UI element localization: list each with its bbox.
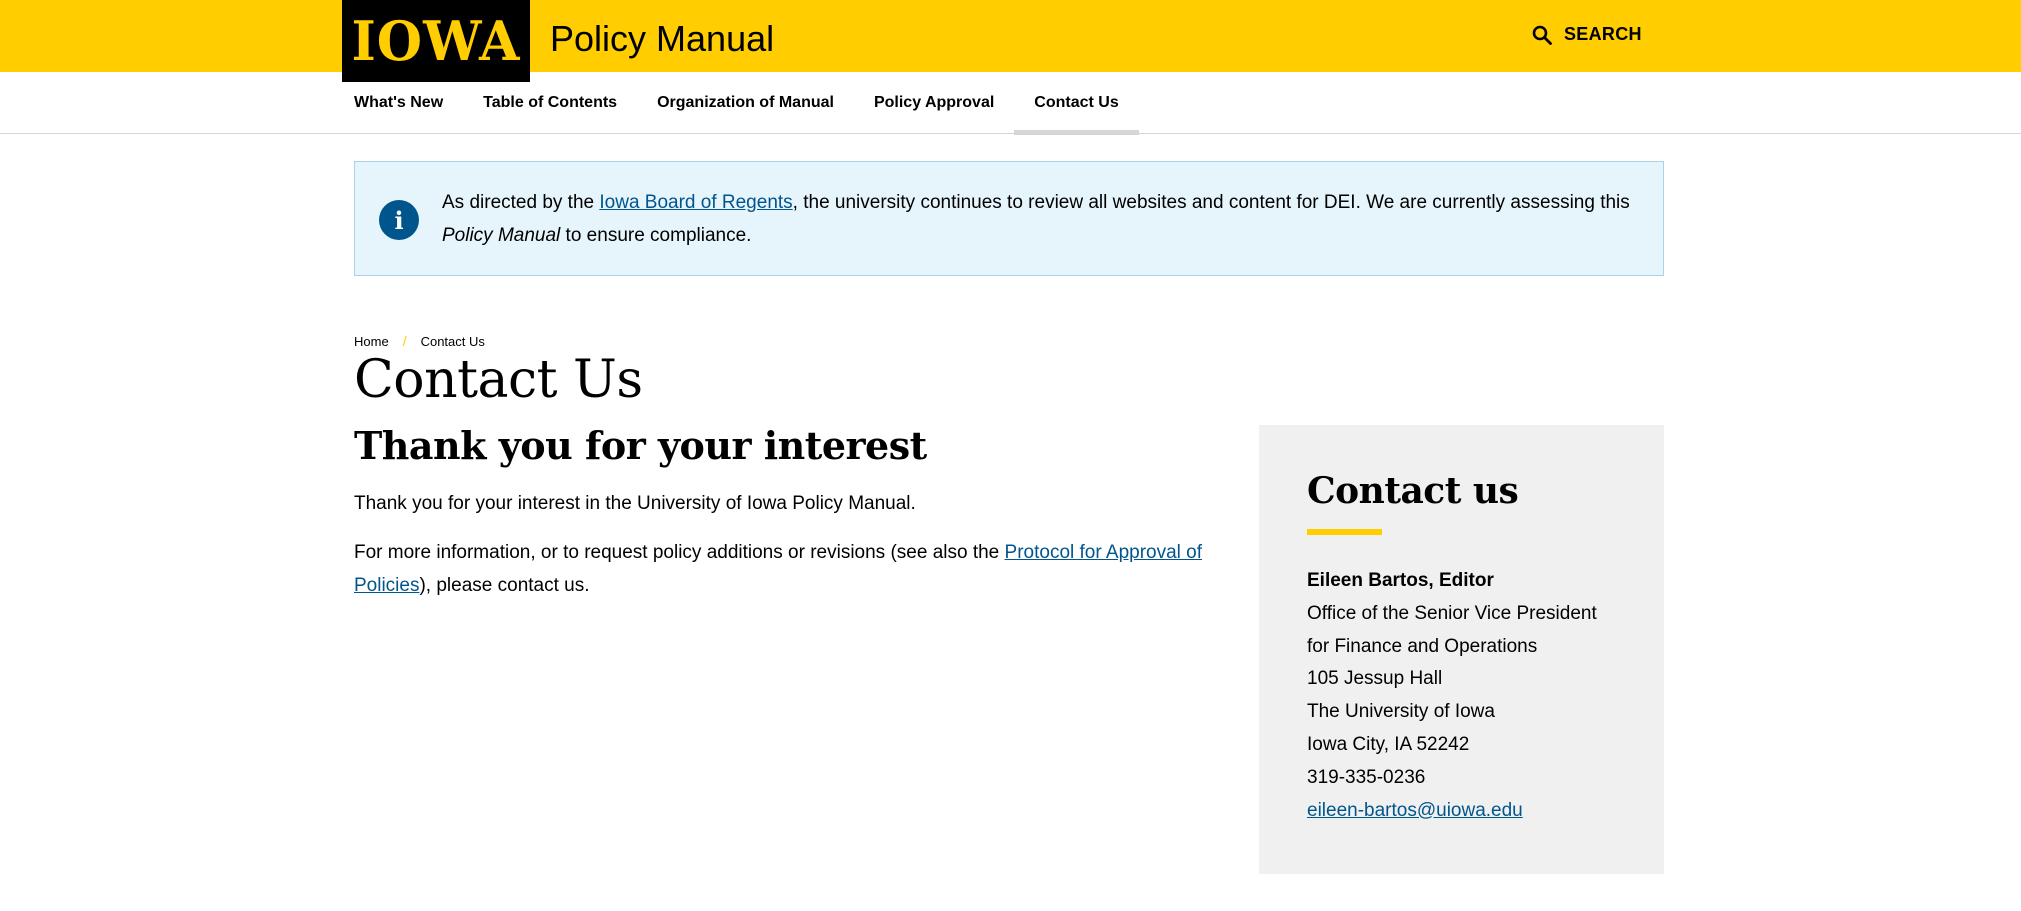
nav-item-contact-us[interactable]: Contact Us	[1014, 72, 1140, 135]
breadcrumb-home[interactable]: Home	[354, 334, 389, 349]
breadcrumb-separator: /	[402, 333, 407, 349]
nav-item-table-of-contents[interactable]: Table of Contents	[463, 72, 637, 134]
logo-text: IOWA	[351, 8, 521, 74]
address-line-2: The University of Iowa	[1307, 701, 1495, 723]
office-line-2: for Finance and Operations	[1307, 635, 1538, 657]
contact-sidebar: Contact us Eileen Bartos, Editor Office …	[1259, 425, 1664, 874]
site-header: IOWA Policy Manual SEARCH	[0, 0, 2021, 82]
info-icon: i	[379, 200, 419, 240]
breadcrumb: Home / Contact Us	[354, 333, 485, 349]
phone-number: 319-335-0236	[1307, 766, 1426, 788]
search-label: SEARCH	[1564, 24, 1642, 44]
section-heading: Thank you for your interest	[354, 423, 927, 468]
nav-item-organization-of-manual[interactable]: Organization of Manual	[637, 72, 854, 134]
main-nav: What's New Table of Contents Organizatio…	[0, 72, 2021, 135]
address-line-1: 105 Jessup Hall	[1307, 668, 1443, 690]
search-icon	[1532, 25, 1552, 45]
alert-emphasis: Policy Manual	[442, 225, 561, 246]
title-accent-bar	[1307, 529, 1382, 535]
nav-item-whats-new[interactable]: What's New	[342, 72, 463, 134]
site-title[interactable]: Policy Manual	[550, 18, 774, 60]
alert-text: As directed by the Iowa Board of Regents…	[442, 192, 1630, 246]
breadcrumb-current: Contact Us	[420, 333, 485, 349]
dei-alert: i As directed by the Iowa Board of Regen…	[354, 161, 1664, 276]
iowa-logo[interactable]: IOWA	[342, 0, 530, 82]
page-title: Contact Us	[354, 350, 643, 410]
board-of-regents-link[interactable]: Iowa Board of Regents	[599, 192, 792, 213]
intro-paragraph: Thank you for your interest in the Unive…	[354, 493, 916, 514]
contact-name: Eileen Bartos, Editor	[1307, 570, 1494, 591]
contact-info: Eileen Bartos, Editor Office of the Seni…	[1307, 565, 1647, 827]
nav-item-policy-approval[interactable]: Policy Approval	[854, 72, 1014, 134]
office-line-1: Office of the Senior Vice President	[1307, 602, 1597, 624]
email-link[interactable]: eileen-bartos@uiowa.edu	[1307, 800, 1523, 821]
address-line-3: Iowa City, IA 52242	[1307, 733, 1470, 755]
search-button[interactable]: SEARCH	[1532, 24, 1642, 45]
info-paragraph: For more information, or to request poli…	[354, 542, 1203, 596]
sidebar-title: Contact us	[1307, 470, 1519, 512]
